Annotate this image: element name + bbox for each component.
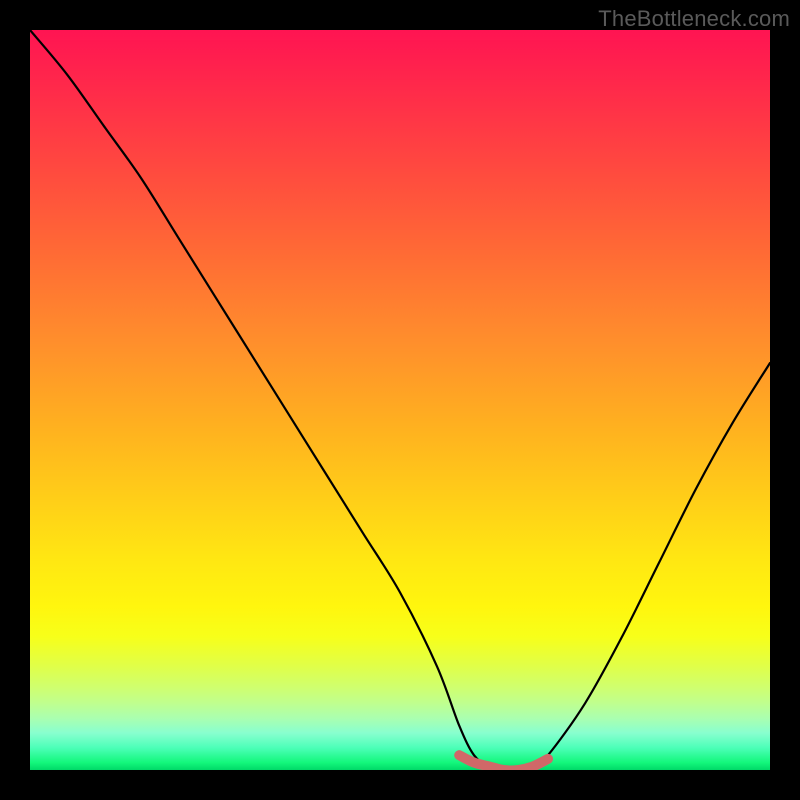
attribution-watermark: TheBottleneck.com [598, 6, 790, 32]
chart-container: TheBottleneck.com [0, 0, 800, 800]
curve-svg [30, 30, 770, 770]
plot-area [30, 30, 770, 770]
optimal-range-marker-path [459, 755, 548, 770]
bottleneck-curve-path [30, 30, 770, 770]
